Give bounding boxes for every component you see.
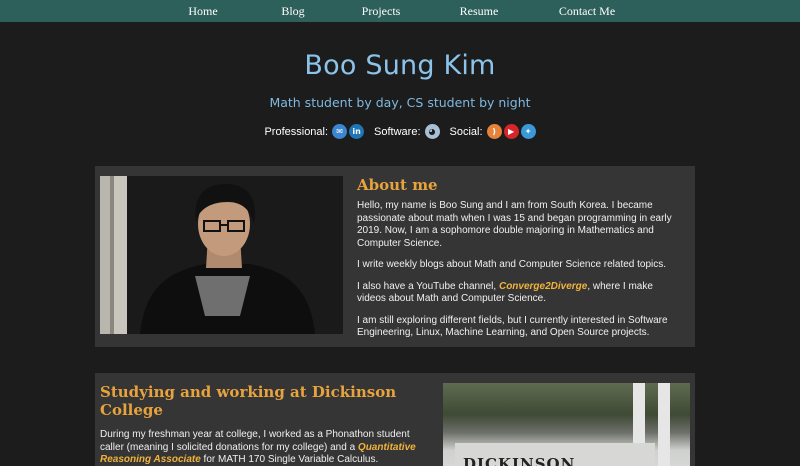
study-p1-after: for MATH 170 Single Variable Calculus.: [200, 454, 379, 465]
professional-label: Professional:: [264, 125, 329, 138]
social-label: Social:: [449, 125, 483, 138]
about-content: About me Hello, my name is Boo Sung and …: [357, 176, 682, 349]
nav-projects-link[interactable]: Projects: [341, 4, 421, 19]
youtube-channel-link[interactable]: Converge2Diverge: [499, 281, 587, 292]
top-nav: Home Blog Projects Resume Contact Me: [0, 0, 800, 22]
nav-resume-link[interactable]: Resume: [439, 4, 519, 19]
site-subtitle: Math student by day, CS student by night: [269, 95, 531, 110]
nav-contact-link[interactable]: Contact Me: [537, 4, 637, 19]
nav-home-link[interactable]: Home: [163, 4, 243, 19]
social-links: Social: ) ▶ ✦: [450, 124, 536, 139]
about-heading: About me: [357, 176, 438, 194]
software-label: Software:: [374, 125, 421, 138]
email-icon[interactable]: ✉: [332, 124, 348, 139]
study-content: Studying and working at Dickinson Colleg…: [100, 383, 435, 466]
about-p3-before: I also have a YouTube channel,: [357, 280, 499, 292]
study-heading: Studying and working at Dickinson Colleg…: [100, 383, 397, 419]
about-card: About me Hello, my name is Boo Sung and …: [95, 166, 695, 347]
twitter-icon[interactable]: ✦: [520, 124, 536, 139]
portrait-graphic: [140, 184, 315, 334]
linkedin-icon[interactable]: in: [349, 124, 365, 139]
profile-links: Professional: ✉ in Software: ◕ Social: )…: [0, 124, 800, 139]
college-sign: DICKINSON COLLEGE: [455, 443, 655, 466]
professional-links: Professional: ✉ in: [264, 124, 365, 139]
profile-photo: [100, 176, 343, 334]
rss-icon[interactable]: ): [486, 124, 502, 139]
campus-photo: DICKINSON COLLEGE: [443, 383, 690, 466]
software-links: Software: ◕: [374, 124, 440, 139]
study-card: Studying and working at Dickinson Colleg…: [95, 373, 695, 466]
study-paragraph-1: During my freshman year at college, I wo…: [100, 429, 435, 466]
about-paragraph-3: I also have a YouTube channel, Converge2…: [357, 281, 682, 306]
site-title: Boo Sung Kim: [304, 50, 496, 81]
about-paragraph-2: I write weekly blogs about Math and Comp…: [357, 259, 667, 270]
youtube-icon[interactable]: ▶: [503, 124, 519, 139]
about-paragraph-1: Hello, my name is Boo Sung and I am from…: [357, 200, 672, 249]
page-header: Boo Sung Kim Math student by day, CS stu…: [0, 22, 800, 139]
about-paragraph-4: I am still exploring different fields, b…: [357, 314, 668, 339]
nav-blog-link[interactable]: Blog: [263, 4, 323, 19]
github-icon[interactable]: ◕: [424, 124, 440, 139]
building-column: [658, 383, 670, 466]
